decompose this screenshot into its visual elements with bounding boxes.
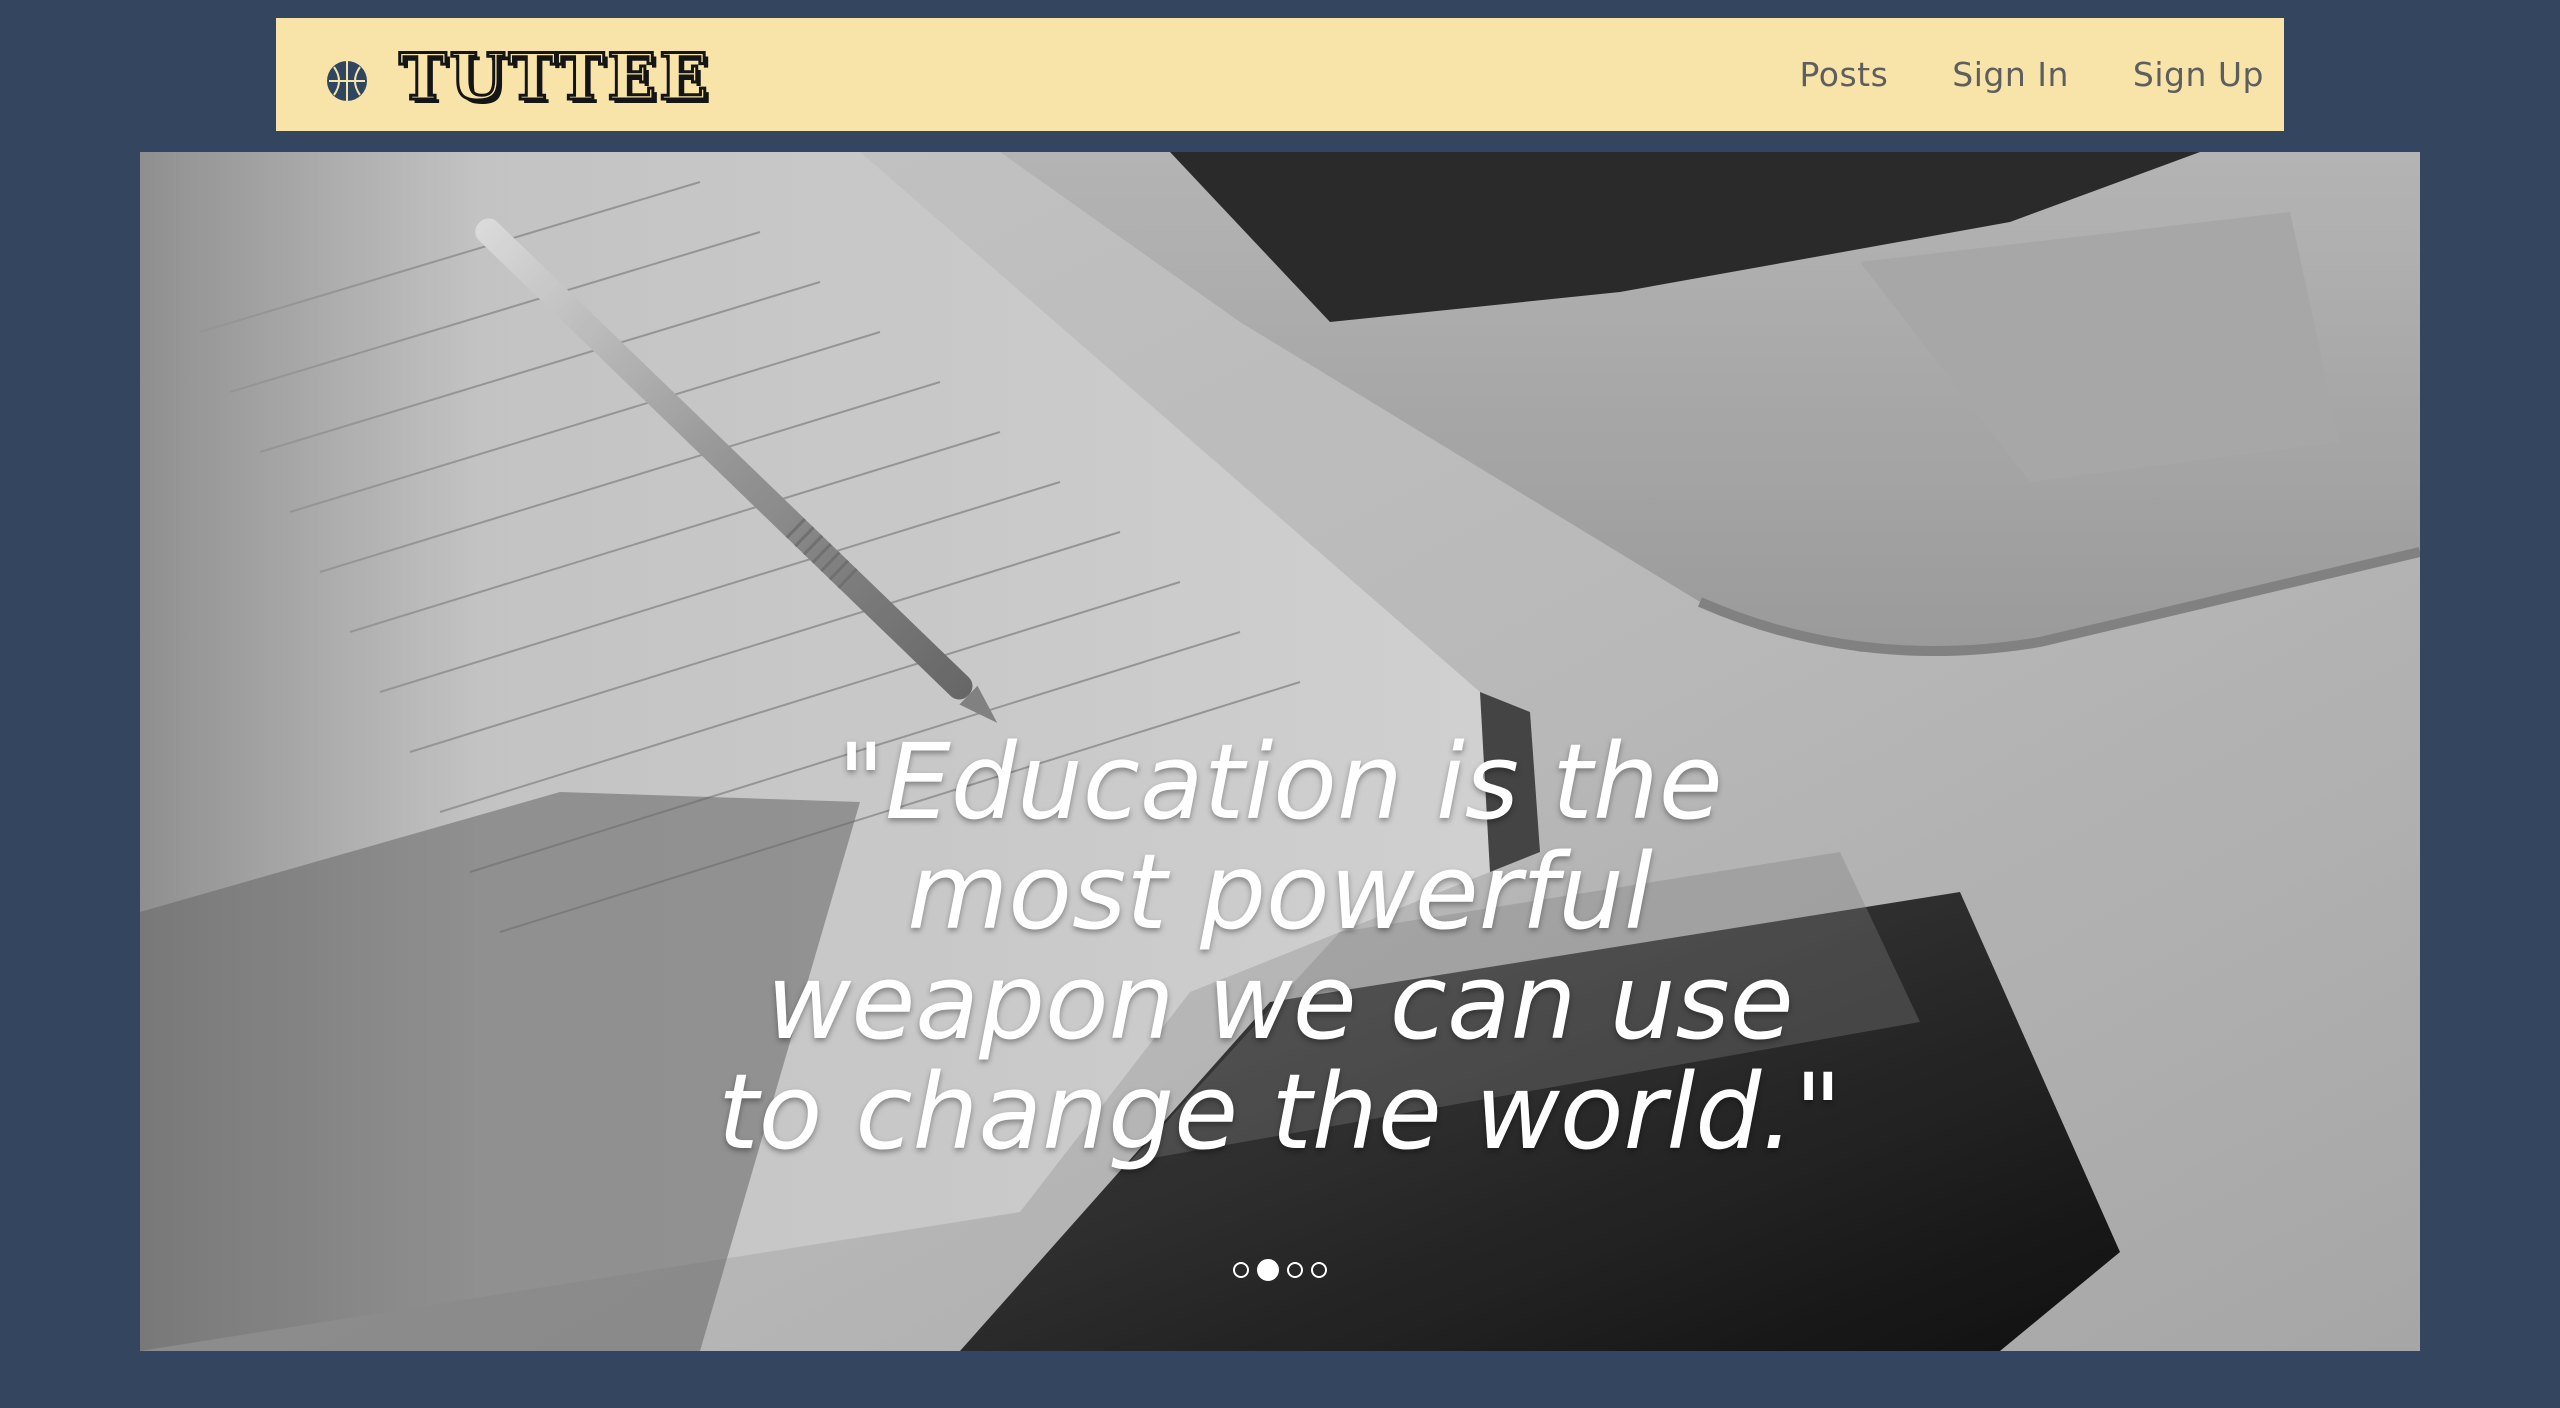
carousel-dot[interactable] <box>1287 1262 1303 1278</box>
quote-line: weapon we can use <box>766 941 1794 1063</box>
quote-line: to change the world." <box>717 1051 1843 1173</box>
nav-link-sign-up[interactable]: Sign Up <box>2133 55 2264 94</box>
hero-quote: "Education is the most powerful weapon w… <box>580 727 1980 1167</box>
nav-link-posts[interactable]: Posts <box>1800 55 1889 94</box>
nav-links: Posts Sign In Sign Up <box>1800 18 2264 131</box>
carousel-indicators <box>140 1259 2420 1281</box>
nav-link-sign-in[interactable]: Sign In <box>1952 55 2069 94</box>
carousel-dot-active[interactable] <box>1257 1259 1279 1281</box>
quote-line: "Education is the <box>837 721 1723 843</box>
brand-logo-text[interactable]: TUTTEE <box>398 44 711 111</box>
basketball-icon[interactable] <box>326 60 368 102</box>
quote-line: most powerful <box>907 831 1653 953</box>
carousel-dot[interactable] <box>1233 1262 1249 1278</box>
top-navbar: TUTTEE Posts Sign In Sign Up <box>276 18 2284 131</box>
carousel-dot[interactable] <box>1311 1262 1327 1278</box>
hero-carousel: "Education is the most powerful weapon w… <box>140 152 2420 1351</box>
